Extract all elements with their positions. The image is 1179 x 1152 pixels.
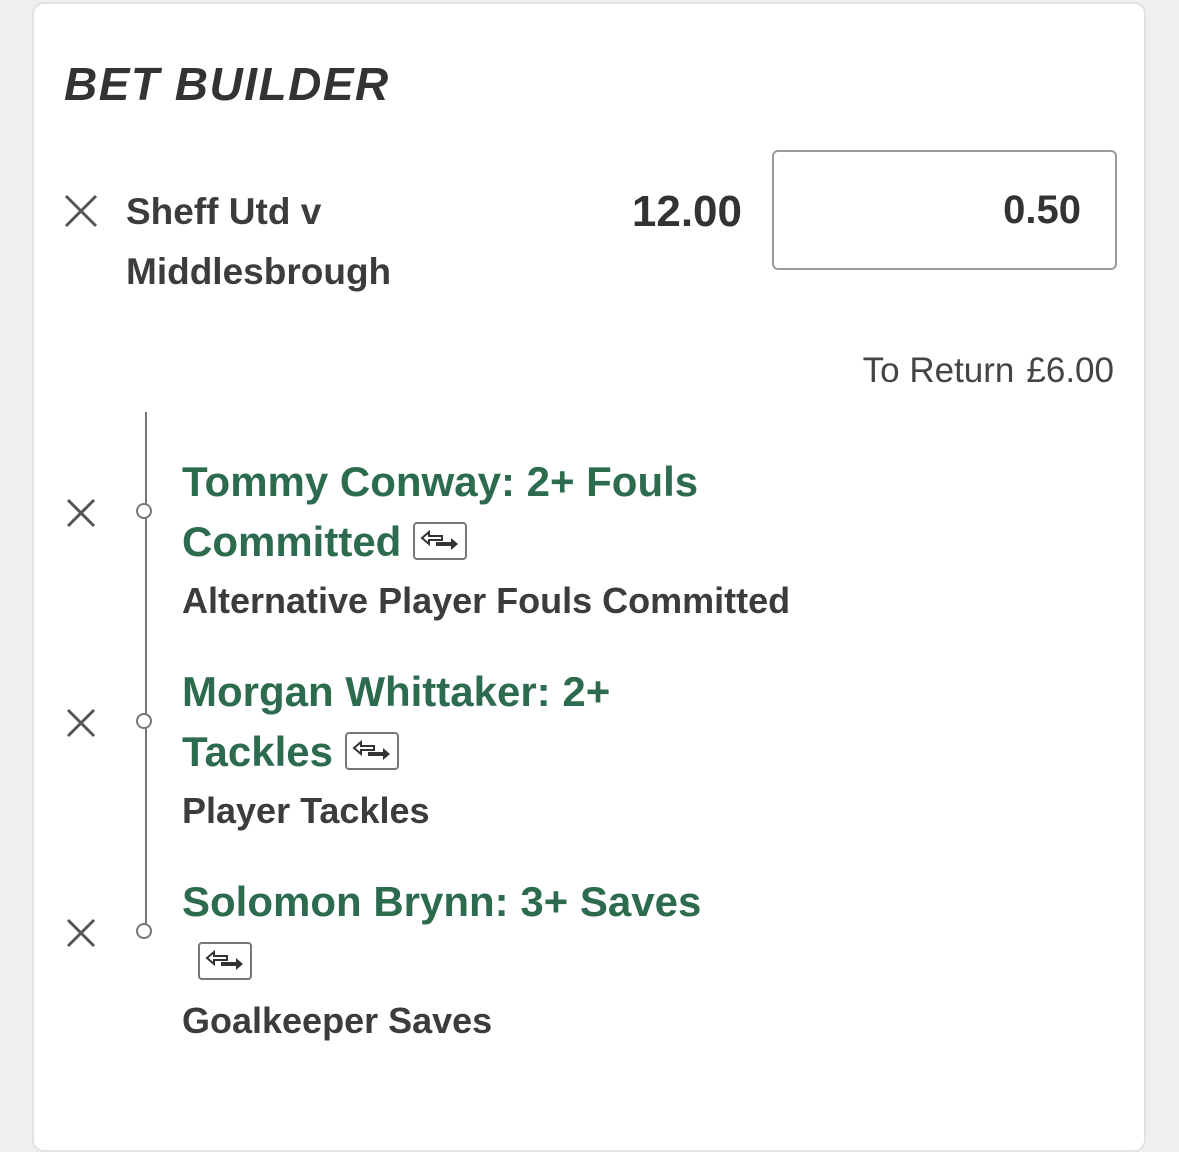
match-name: Sheff Utd v Middlesbrough xyxy=(126,191,392,292)
swap-icon[interactable] xyxy=(413,521,468,560)
timeline-node xyxy=(136,503,152,519)
remove-selection-button[interactable] xyxy=(66,498,100,532)
remove-selection-button[interactable] xyxy=(66,708,100,742)
timeline-node xyxy=(136,713,152,729)
selection-title: Morgan Whittaker: 2+ Tackles xyxy=(182,662,702,782)
selection-timeline xyxy=(145,412,147,932)
to-return: To Return £6.00 xyxy=(863,348,1114,394)
selection-market: Alternative Player Fouls Committed xyxy=(182,580,791,621)
selection-title-text: Solomon Brynn: 3+ Saves xyxy=(182,878,702,925)
selection-market: Goalkeeper Saves xyxy=(182,1000,493,1041)
bet-builder-title: BET BUILDER xyxy=(64,58,390,110)
close-icon xyxy=(66,918,96,948)
swap-icon[interactable] xyxy=(198,941,252,980)
close-icon xyxy=(64,194,98,228)
remove-bet-button[interactable] xyxy=(64,194,98,228)
odds-value: 12.00 xyxy=(631,187,742,236)
remove-selection-button[interactable] xyxy=(66,918,100,952)
to-return-amount: £6.00 xyxy=(1026,351,1114,390)
swap-icon[interactable] xyxy=(345,731,399,770)
bet-builder-card: BET BUILDER Sheff Utd v Middlesbrough 12… xyxy=(32,2,1146,1152)
stake-input[interactable] xyxy=(772,150,1117,270)
close-icon xyxy=(66,498,96,528)
selection-title: Tommy Conway: 2+ Fouls Committed xyxy=(182,452,802,572)
close-icon xyxy=(66,708,96,738)
timeline-node xyxy=(136,923,152,939)
to-return-label: To Return xyxy=(862,351,1015,390)
selection-title: Solomon Brynn: 3+ Saves xyxy=(182,872,802,992)
selection-market: Player Tackles xyxy=(182,790,430,831)
